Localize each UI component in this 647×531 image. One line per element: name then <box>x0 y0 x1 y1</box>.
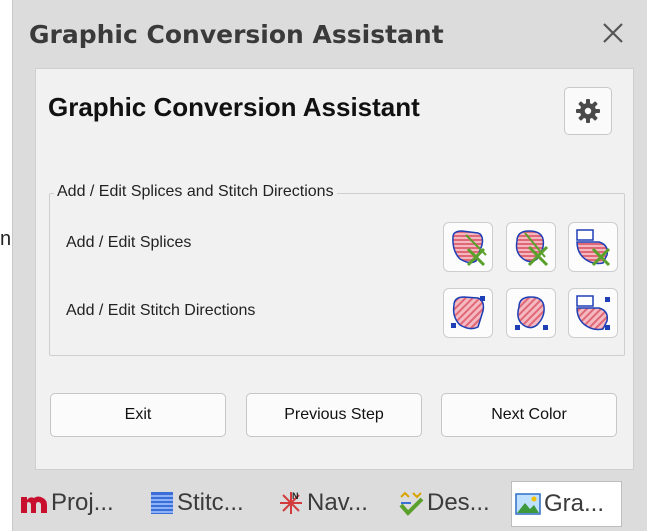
add-stitch-direction-tool-3[interactable] <box>568 288 618 338</box>
exit-button[interactable]: Exit <box>50 393 226 437</box>
tab-graphic[interactable]: Gra... <box>511 481 622 527</box>
content-title: Graphic Conversion Assistant <box>48 92 420 122</box>
m-logo-icon <box>19 491 49 515</box>
add-splice-tool-1[interactable] <box>443 222 493 272</box>
svg-text:N: N <box>292 491 299 501</box>
gear-icon <box>576 99 600 123</box>
stitch-list-icon <box>149 490 175 516</box>
add-splice-tool-2[interactable] <box>506 222 556 272</box>
add-splice-tool-3[interactable] <box>568 222 618 272</box>
panel-tab-bar: Proj... Stitc... N Nav... Des... Gra... <box>13 477 647 531</box>
tab-label: Des... <box>427 489 490 516</box>
tab-navigator[interactable]: N Nav... <box>277 481 368 525</box>
tab-label: Proj... <box>51 489 114 516</box>
assistant-content: Graphic Conversion Assistant Add / Edit … <box>35 68 634 470</box>
tab-label: Nav... <box>307 489 368 516</box>
compass-icon: N <box>277 489 305 517</box>
settings-button[interactable] <box>564 87 612 135</box>
stitch-direction-icon <box>451 296 485 330</box>
stitch-directions-row-label: Add / Edit Stitch Directions <box>66 302 256 319</box>
splices-stitch-group: Add / Edit Splices and Stitch Directions… <box>49 183 625 356</box>
tab-label: Gra... <box>544 490 605 517</box>
close-button[interactable] <box>596 16 630 50</box>
left-window-edge <box>0 0 12 531</box>
splice-tool-icon <box>452 230 487 267</box>
add-stitch-direction-tool-2[interactable] <box>506 288 556 338</box>
tab-projects[interactable]: Proj... <box>19 481 114 525</box>
close-icon <box>603 23 623 43</box>
tab-design[interactable]: Des... <box>397 481 490 525</box>
next-color-button[interactable]: Next Color <box>441 393 617 437</box>
stitch-direction-icon <box>576 295 610 331</box>
edge-text-fragment: n <box>0 228 12 250</box>
splices-row-label: Add / Edit Splices <box>66 234 192 251</box>
assistant-panel: Graphic Conversion Assistant Graphic Con… <box>12 0 647 531</box>
graphic-image-icon <box>514 491 542 517</box>
design-check-icon <box>397 489 425 517</box>
panel-title: Graphic Conversion Assistant <box>29 20 444 49</box>
splice-tool-icon <box>515 230 549 267</box>
tab-label: Stitc... <box>177 489 244 516</box>
tab-stitches[interactable]: Stitc... <box>149 481 244 525</box>
stitch-direction-icon <box>515 296 548 330</box>
add-stitch-direction-tool-1[interactable] <box>443 288 493 338</box>
panel-header: Graphic Conversion Assistant <box>13 0 647 62</box>
group-title: Add / Edit Splices and Stitch Directions <box>54 183 337 201</box>
splice-tool-icon <box>576 229 611 267</box>
previous-step-button[interactable]: Previous Step <box>246 393 422 437</box>
